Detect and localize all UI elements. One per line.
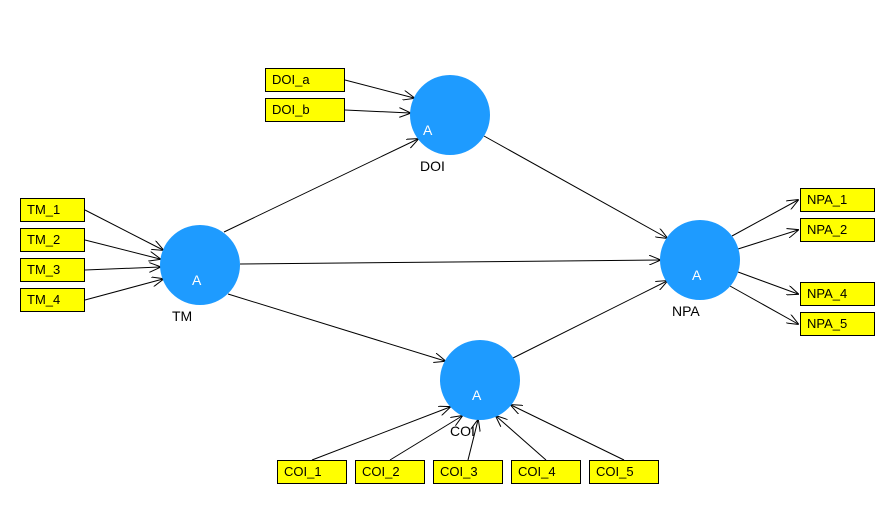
latent-npa-label: NPA <box>672 303 700 319</box>
latent-doi[interactable] <box>410 75 490 155</box>
indicator-doi-b[interactable]: DOI_b <box>265 98 345 122</box>
latent-npa[interactable] <box>660 220 740 300</box>
latent-doi-inner-label: A <box>423 122 432 138</box>
indicator-npa-5[interactable]: NPA_5 <box>800 312 875 336</box>
indicator-coi-4[interactable]: COI_4 <box>511 460 581 484</box>
indicator-tm-1[interactable]: TM_1 <box>20 198 85 222</box>
latent-doi-label: DOI <box>420 158 445 174</box>
latent-tm-inner-label: A <box>192 272 201 288</box>
indicator-coi-2[interactable]: COI_2 <box>355 460 425 484</box>
indicator-coi-3[interactable]: COI_3 <box>433 460 503 484</box>
latent-coi[interactable] <box>440 340 520 420</box>
latent-tm-label: TM <box>172 308 192 324</box>
latent-coi-label: COI <box>450 423 475 439</box>
latent-coi-inner-label: A <box>472 387 481 403</box>
indicator-npa-4[interactable]: NPA_4 <box>800 282 875 306</box>
indicator-npa-1[interactable]: NPA_1 <box>800 188 875 212</box>
indicator-npa-2[interactable]: NPA_2 <box>800 218 875 242</box>
indicator-coi-5[interactable]: COI_5 <box>589 460 659 484</box>
indicator-coi-1[interactable]: COI_1 <box>277 460 347 484</box>
indicator-tm-3[interactable]: TM_3 <box>20 258 85 282</box>
latent-npa-inner-label: A <box>692 267 701 283</box>
latent-tm[interactable] <box>160 225 240 305</box>
indicator-tm-2[interactable]: TM_2 <box>20 228 85 252</box>
indicator-tm-4[interactable]: TM_4 <box>20 288 85 312</box>
indicator-doi-a[interactable]: DOI_a <box>265 68 345 92</box>
